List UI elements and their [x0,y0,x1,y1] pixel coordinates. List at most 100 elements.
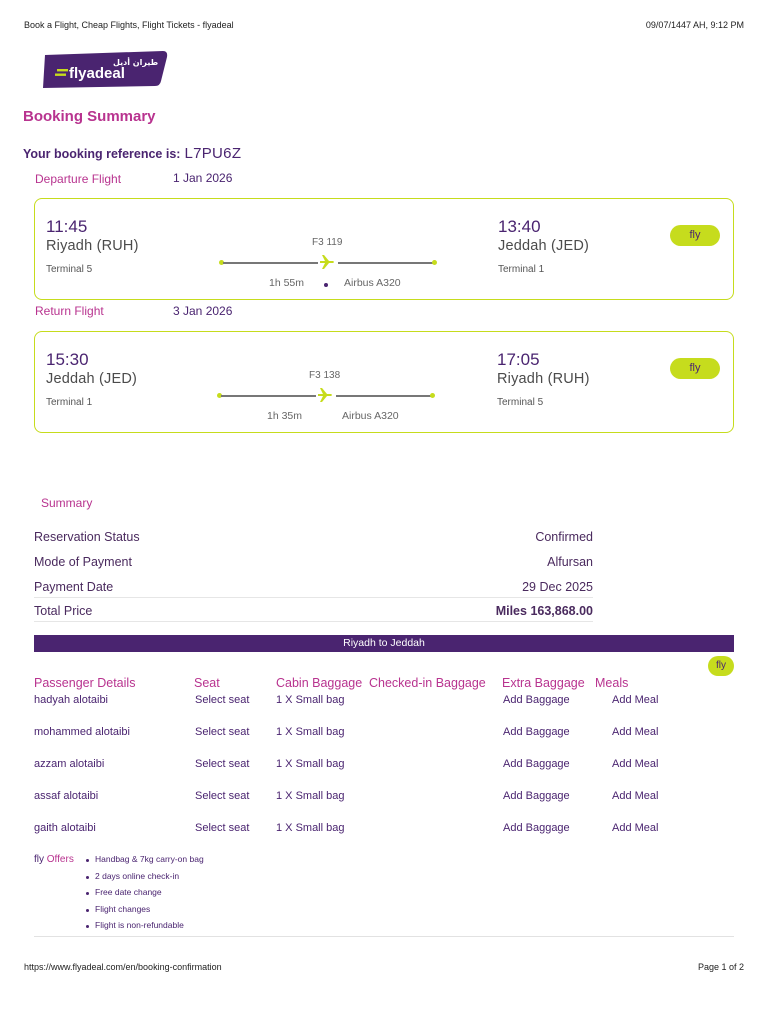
separator-dot [324,283,328,287]
departure-city: Riyadh (RUH) [46,238,139,254]
list-item: Handbag & 7kg carry-on bag [84,854,204,871]
departure-terminal: Terminal 5 [46,264,93,275]
route-line [223,262,318,264]
passenger-name: hadyah alotaibi [34,694,109,706]
departure-flight-card: 11:45 Riyadh (RUH) Terminal 5 F3 119 1h … [34,198,734,300]
list-item: Flight changes [84,904,204,921]
header-passenger-details: Passenger Details [34,676,136,690]
summary-label: Reservation Status [34,530,140,544]
route-line [221,395,316,397]
select-seat-link[interactable]: Select seat [195,822,249,834]
summary-row-status: Reservation Status Confirmed [34,530,593,544]
add-meal-link[interactable]: Add Meal [612,726,658,738]
print-datetime: 09/07/1447 AH, 9:12 PM [645,20,744,30]
passenger-name: gaith alotaibi [34,822,96,834]
add-baggage-link[interactable]: Add Baggage [503,822,570,834]
select-seat-link[interactable]: Select seat [195,790,249,802]
summary-divider [34,621,593,622]
summary-row-payment-mode: Mode of Payment Alfursan [34,555,593,569]
flight-number: F3 138 [309,370,341,381]
offers-label: fly Offers [34,854,74,865]
summary-divider [34,597,593,598]
return-flight-date: 3 Jan 2026 [173,304,233,318]
arrival-city: Riyadh (RUH) [497,371,590,387]
booking-reference-code: L7PU6Z [184,145,242,162]
select-seat-link[interactable]: Select seat [195,694,249,706]
header-cabin-baggage: Cabin Baggage [276,676,363,690]
print-footer: https://www.flyadeal.com/en/booking-conf… [24,962,744,972]
fare-badge: fly [670,358,720,379]
summary-value: Alfursan [547,555,593,569]
summary-row-payment-date: Payment Date 29 Dec 2025 [34,580,593,594]
list-item: Flight is non-refundable [84,920,204,937]
select-seat-link[interactable]: Select seat [195,758,249,770]
add-baggage-link[interactable]: Add Baggage [503,694,570,706]
add-meal-link[interactable]: Add Meal [612,694,658,706]
list-item: 2 days online check-in [84,871,204,888]
svg-text:flyadeal: flyadeal [69,65,125,82]
departure-flight-label: Departure Flight [35,172,122,186]
flyadeal-logo[interactable]: flyadeal طيران أديل [41,51,168,88]
add-baggage-link[interactable]: Add Baggage [503,726,570,738]
header-extra-baggage: Extra Baggage [502,676,585,690]
booking-reference: Your booking reference is: L7PU6Z [23,145,241,162]
page-title: Booking Summary [23,108,156,125]
return-flight-label: Return Flight [35,304,104,318]
section-divider [34,936,734,937]
cabin-baggage: 1 X Small bag [276,822,345,834]
header-meals: Meals [595,676,629,690]
offers-fare-name: fly [34,854,44,865]
header-checked-baggage: Checked-in Baggage [369,676,486,690]
print-header: Book a Flight, Cheap Flights, Flight Tic… [24,20,744,30]
plane-icon [318,388,332,402]
segment-route-bar: Riyadh to Jeddah [34,635,734,652]
print-title: Book a Flight, Cheap Flights, Flight Tic… [24,20,234,30]
list-item: Free date change [84,887,204,904]
arrival-time: 13:40 [498,217,541,236]
add-baggage-link[interactable]: Add Baggage [503,758,570,770]
total-price: Miles 163,868.00 [495,604,593,618]
summary-label: Total Price [34,604,93,618]
route-line [336,395,431,397]
departure-flight-date: 1 Jan 2026 [173,171,233,185]
plane-icon [320,255,334,269]
departure-time: 15:30 [46,350,89,369]
passenger-name: azzam alotaibi [34,758,105,770]
summary-title: Summary [41,496,93,510]
summary-label: Mode of Payment [34,555,132,569]
cabin-baggage: 1 X Small bag [276,790,345,802]
departure-time: 11:45 [46,217,88,236]
arrival-terminal: Terminal 5 [497,397,544,408]
summary-value: Confirmed [535,530,593,544]
summary-row-total: Total Price Miles 163,868.00 [34,604,593,618]
arrival-terminal: Terminal 1 [498,264,545,275]
header-seat: Seat [194,676,220,690]
flight-duration: 1h 35m [267,410,303,422]
departure-terminal: Terminal 1 [46,397,93,408]
booking-reference-label: Your booking reference is: [23,147,181,161]
print-page-number: Page 1 of 2 [697,962,744,972]
route-end-dot [432,260,437,265]
summary-label: Payment Date [34,580,114,594]
fare-badge: fly [670,225,720,246]
select-seat-link[interactable]: Select seat [195,726,249,738]
arrival-city: Jeddah (JED) [498,238,590,254]
add-meal-link[interactable]: Add Meal [612,758,658,770]
cabin-baggage: 1 X Small bag [276,726,345,738]
cabin-baggage: 1 X Small bag [276,758,345,770]
flight-duration: 1h 55m [269,277,305,289]
add-meal-link[interactable]: Add Meal [612,822,658,834]
passenger-name: mohammed alotaibi [34,726,130,738]
offers-list: Handbag & 7kg carry-on bag 2 days online… [84,854,204,937]
return-flight-card: 15:30 Jeddah (JED) Terminal 1 F3 138 1h … [34,331,734,433]
logo-banner-icon: flyadeal طيران أديل [43,51,168,88]
aircraft-type: Airbus A320 [344,277,401,289]
svg-text:طيران أديل: طيران أديل [113,57,158,67]
offers-title: Offers [46,854,74,865]
aircraft-type: Airbus A320 [342,410,399,422]
route-line [338,262,433,264]
add-meal-link[interactable]: Add Meal [612,790,658,802]
arrival-time: 17:05 [497,350,540,369]
departure-city: Jeddah (JED) [46,371,138,387]
add-baggage-link[interactable]: Add Baggage [503,790,570,802]
